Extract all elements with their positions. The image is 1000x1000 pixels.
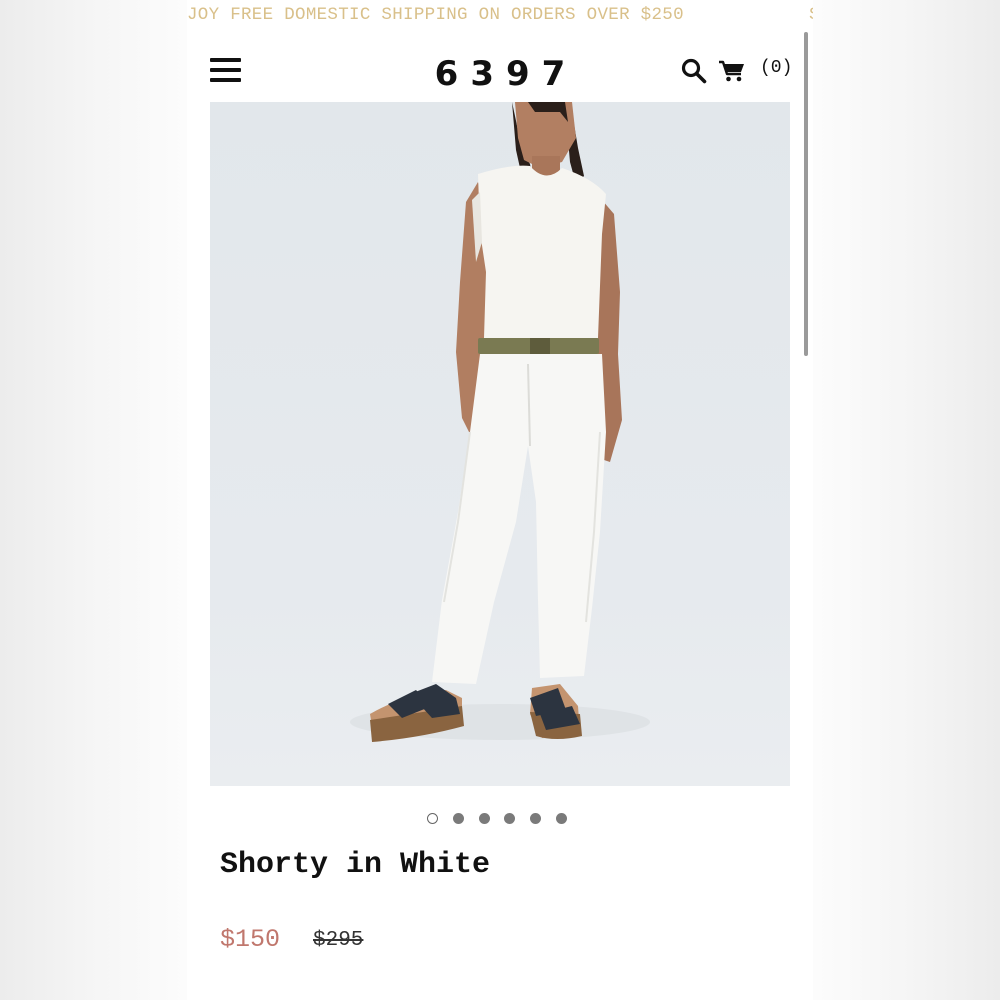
promo-text-repeat: S	[809, 5, 813, 25]
carousel-dot-4[interactable]	[504, 813, 515, 824]
site-logo[interactable]: 6397	[400, 54, 600, 94]
sale-price: $150	[220, 925, 281, 954]
original-price: $295	[313, 929, 364, 952]
promo-banner[interactable]: JOY FREE DOMESTIC SHIPPING ON ORDERS OVE…	[187, 5, 813, 27]
product-photo	[350, 102, 650, 742]
carousel-dot-2[interactable]	[453, 813, 464, 824]
shopping-cart-icon[interactable]	[718, 59, 746, 83]
site-header: 6397 (0)	[187, 40, 813, 100]
cart-count[interactable]: (0)	[760, 58, 792, 78]
mobile-viewport: JOY FREE DOMESTIC SHIPPING ON ORDERS OVE…	[187, 0, 813, 1000]
scrollbar[interactable]	[804, 32, 808, 356]
carousel-dot-5[interactable]	[530, 813, 541, 824]
carousel-dots	[427, 811, 587, 825]
carousel-dot-3[interactable]	[479, 813, 490, 824]
carousel-dot-1[interactable]	[427, 813, 438, 824]
product-title: Shorty in White	[220, 848, 491, 882]
promo-text: JOY FREE DOMESTIC SHIPPING ON ORDERS OVE…	[187, 5, 684, 25]
product-image[interactable]	[210, 102, 790, 786]
search-icon[interactable]	[681, 58, 707, 84]
hamburger-menu-icon[interactable]	[210, 58, 241, 82]
carousel-dot-6[interactable]	[556, 813, 567, 824]
